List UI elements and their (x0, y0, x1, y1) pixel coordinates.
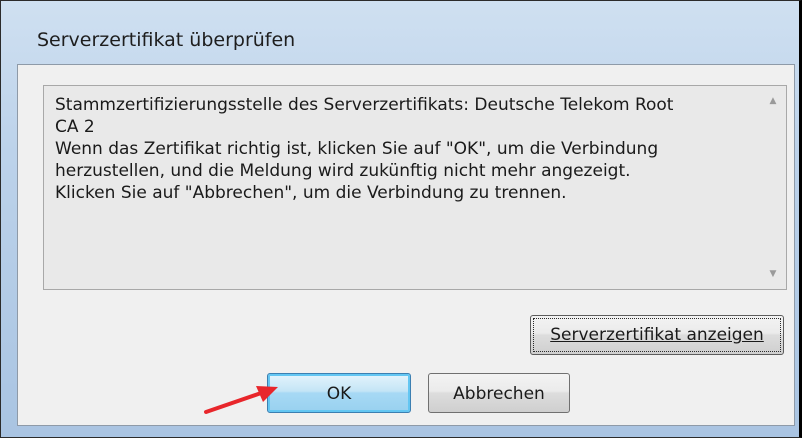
ok-button[interactable]: OK (267, 373, 411, 413)
scroll-up-icon[interactable]: ▲ (760, 88, 786, 114)
show-server-certificate-button[interactable]: Serverzertifikat anzeigen (530, 315, 784, 355)
message-line: Klicken Sie auf "Abbrechen", um die Verb… (55, 183, 567, 203)
dialog-title: Serverzertifikat überprüfen (37, 29, 296, 51)
message-line: herzustellen, und die Meldung wird zukün… (55, 161, 631, 181)
dialog-window: Serverzertifikat überprüfen Stammzertifi… (0, 0, 802, 438)
message-line: Stammzertifizierungsstelle des Serverzer… (55, 95, 674, 115)
message-textbox[interactable]: Stammzertifizierungsstelle des Serverzer… (43, 85, 787, 290)
dialog-body: Stammzertifizierungsstelle des Serverzer… (17, 64, 795, 426)
cancel-button[interactable]: Abbrechen (428, 373, 570, 413)
vertical-scrollbar[interactable]: ▲ ▼ (760, 86, 786, 289)
message-text: Stammzertifizierungsstelle des Serverzer… (55, 94, 750, 204)
title-bar[interactable]: Serverzertifikat überprüfen (1, 1, 799, 59)
red-arrow-icon (204, 386, 278, 414)
message-line: Wenn das Zertifikat richtig ist, klicken… (55, 139, 659, 159)
scroll-down-icon[interactable]: ▼ (760, 261, 786, 287)
message-line: CA 2 (55, 117, 95, 137)
